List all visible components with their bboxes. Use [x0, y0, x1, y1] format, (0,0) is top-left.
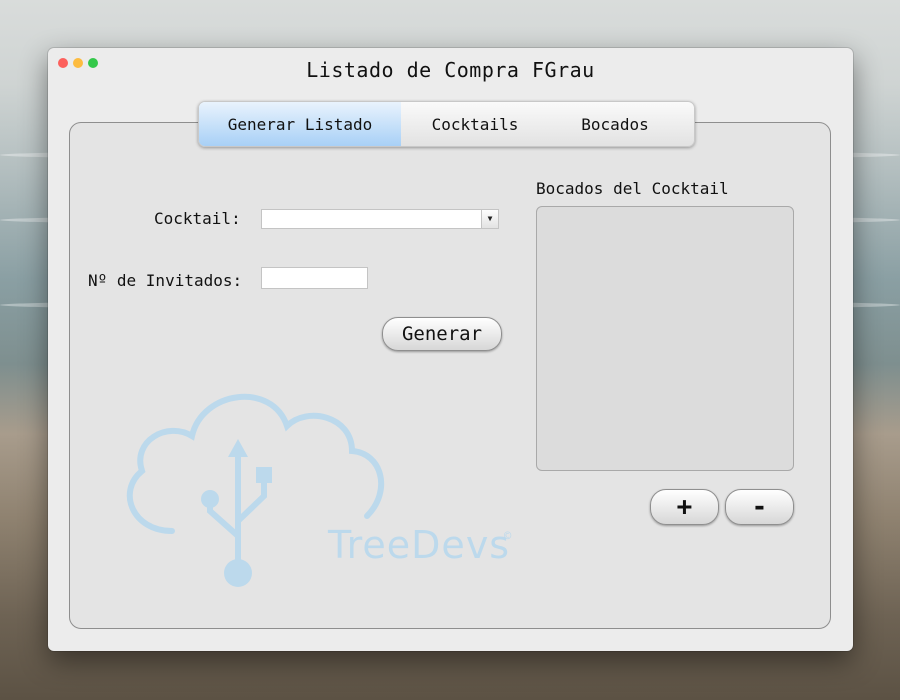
tab-bocados[interactable]: Bocados — [549, 102, 681, 146]
add-bocado-button[interactable]: + — [650, 489, 719, 525]
cocktail-select[interactable]: ▼ — [261, 209, 499, 229]
bocados-list[interactable] — [536, 206, 794, 471]
tab-generar-listado[interactable]: Generar Listado — [199, 102, 401, 146]
invitados-label: Nº de Invitados: — [88, 271, 243, 290]
arrow-up-icon — [228, 439, 248, 457]
tab-content-panel: Cocktail: ▼ Nº de Invitados: Generar Boc… — [69, 122, 831, 629]
bocados-list-title: Bocados del Cocktail — [536, 179, 729, 198]
treedevs-watermark-logo: TreeDevs © — [112, 381, 511, 596]
chevron-down-icon[interactable]: ▼ — [481, 210, 498, 228]
generar-button[interactable]: Generar — [382, 317, 502, 351]
copyright-mark: © — [504, 529, 512, 543]
invitados-input[interactable] — [261, 267, 368, 289]
window-title: Listado de Compra FGrau — [306, 58, 595, 82]
cocktail-label: Cocktail: — [154, 209, 241, 228]
remove-bocado-button[interactable]: - — [725, 489, 794, 525]
tab-bar: Generar Listado Cocktails Bocados — [198, 101, 695, 147]
app-window: Listado de Compra FGrau Cocktail: ▼ Nº d… — [48, 48, 853, 651]
watermark-text: TreeDevs — [328, 523, 511, 567]
tab-cocktails[interactable]: Cocktails — [401, 102, 549, 146]
